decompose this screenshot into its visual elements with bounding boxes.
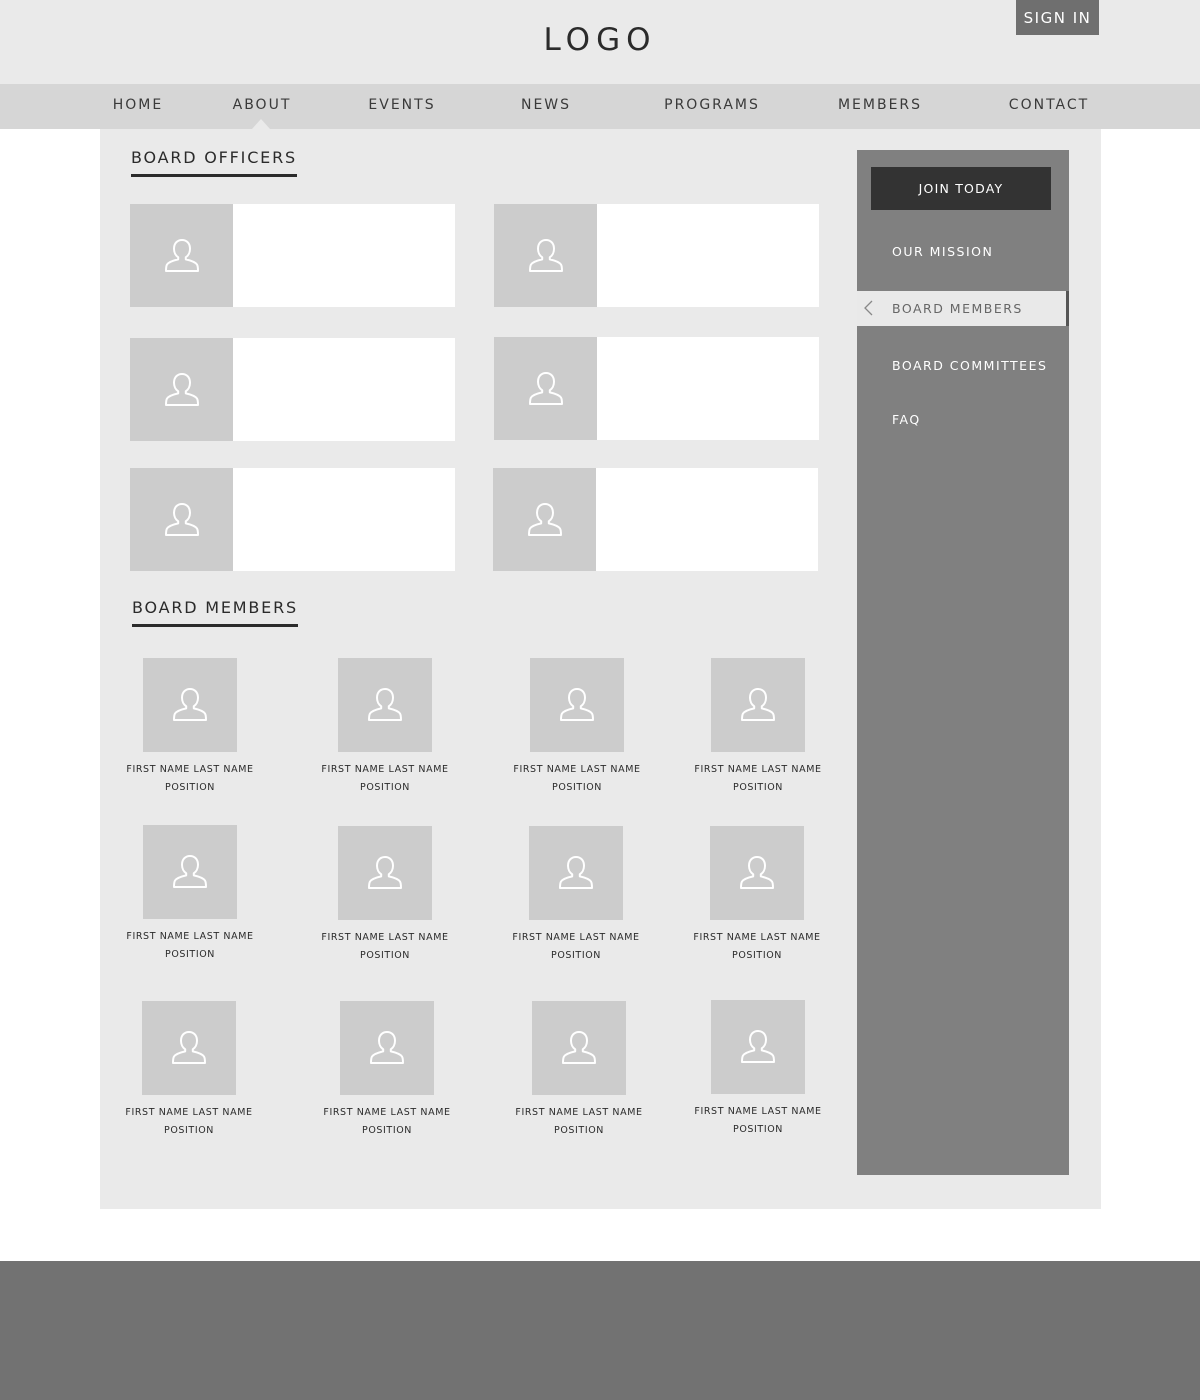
officer-card[interactable] <box>493 468 818 571</box>
sidebar: JOIN TODAY OUR MISSION BOARD MEMBERS BOA… <box>857 150 1069 1175</box>
member-name: FIRST NAME LAST NAME <box>321 764 449 775</box>
member-card[interactable]: FIRST NAME LAST NAME POSITION <box>678 658 838 797</box>
board-officers-heading: BOARD OFFICERS <box>131 148 297 177</box>
member-card[interactable]: FIRST NAME LAST NAME POSITION <box>677 826 837 965</box>
user-silhouette-icon <box>164 502 199 536</box>
member-position: POSITION <box>553 1125 605 1136</box>
member-photo <box>340 1001 434 1095</box>
officer-photo <box>130 204 233 307</box>
user-silhouette-icon <box>164 372 199 406</box>
member-position: POSITION <box>361 1125 413 1136</box>
member-name: FIRST NAME LAST NAME <box>515 1107 643 1118</box>
member-name: FIRST NAME LAST NAME <box>125 1107 253 1118</box>
member-photo <box>710 826 804 920</box>
member-position: POSITION <box>164 949 216 960</box>
member-card[interactable]: FIRST NAME LAST NAME POSITION <box>497 658 657 797</box>
member-photo <box>143 658 237 752</box>
member-photo <box>530 658 624 752</box>
nav-item-contact[interactable]: CONTACT <box>1009 84 1089 129</box>
sign-in-button[interactable]: SIGN IN <box>1016 0 1099 35</box>
user-silhouette-icon <box>164 238 199 272</box>
member-name: FIRST NAME LAST NAME <box>513 764 641 775</box>
member-name: FIRST NAME LAST NAME <box>512 932 640 943</box>
nav-item-events[interactable]: EVENTS <box>368 84 435 129</box>
member-card[interactable]: FIRST NAME LAST NAME POSITION <box>307 1001 467 1140</box>
member-card[interactable]: FIRST NAME LAST NAME POSITION <box>109 1001 269 1140</box>
member-photo <box>711 658 805 752</box>
member-name: FIRST NAME LAST NAME <box>126 764 254 775</box>
member-card[interactable]: FIRST NAME LAST NAME POSITION <box>305 826 465 965</box>
officer-card[interactable] <box>494 337 819 440</box>
officer-photo <box>130 468 233 571</box>
member-card[interactable]: FIRST NAME LAST NAME POSITION <box>678 1000 838 1139</box>
user-silhouette-icon <box>741 1030 775 1063</box>
sidebar-item-our-mission[interactable]: OUR MISSION <box>892 244 993 259</box>
member-photo <box>338 658 432 752</box>
member-name: FIRST NAME LAST NAME <box>693 932 821 943</box>
member-name: FIRST NAME LAST NAME <box>321 932 449 943</box>
nav-item-members[interactable]: MEMBERS <box>838 84 922 129</box>
member-name: FIRST NAME LAST NAME <box>323 1107 451 1118</box>
user-silhouette-icon <box>528 238 563 272</box>
user-silhouette-icon <box>173 688 207 721</box>
nav-item-programs[interactable]: PROGRAMS <box>664 84 760 129</box>
member-photo <box>532 1001 626 1095</box>
member-name: FIRST NAME LAST NAME <box>694 764 822 775</box>
member-card[interactable]: FIRST NAME LAST NAME POSITION <box>499 1001 659 1140</box>
member-photo <box>711 1000 805 1094</box>
officer-card[interactable] <box>494 204 819 307</box>
member-photo <box>142 1001 236 1095</box>
member-position: POSITION <box>551 782 603 793</box>
user-silhouette-icon <box>559 856 593 889</box>
user-silhouette-icon <box>562 1031 596 1064</box>
member-photo <box>143 825 237 919</box>
user-silhouette-icon <box>560 688 594 721</box>
sidebar-item-board-members[interactable]: BOARD MEMBERS <box>857 291 1069 326</box>
officer-card[interactable] <box>130 468 455 571</box>
member-card[interactable]: FIRST NAME LAST NAME POSITION <box>496 826 656 965</box>
user-silhouette-icon <box>527 502 562 536</box>
site-footer <box>0 1261 1200 1400</box>
user-silhouette-icon <box>740 856 774 889</box>
officer-photo <box>130 338 233 441</box>
member-position: POSITION <box>731 950 783 961</box>
member-position: POSITION <box>732 782 784 793</box>
member-card[interactable]: FIRST NAME LAST NAME POSITION <box>110 825 270 964</box>
member-photo <box>529 826 623 920</box>
officer-photo <box>494 204 597 307</box>
member-card[interactable]: FIRST NAME LAST NAME POSITION <box>110 658 270 797</box>
member-position: POSITION <box>359 782 411 793</box>
user-silhouette-icon <box>173 855 207 888</box>
member-position: POSITION <box>359 950 411 961</box>
officer-photo <box>494 337 597 440</box>
user-silhouette-icon <box>172 1031 206 1064</box>
member-position: POSITION <box>732 1124 784 1135</box>
member-position: POSITION <box>164 782 216 793</box>
chevron-left-icon <box>864 300 873 316</box>
user-silhouette-icon <box>370 1031 404 1064</box>
user-silhouette-icon <box>368 688 402 721</box>
user-silhouette-icon <box>528 371 563 405</box>
member-position: POSITION <box>550 950 602 961</box>
member-photo <box>338 826 432 920</box>
main-navigation: HOME ABOUT EVENTS NEWS PROGRAMS MEMBERS … <box>0 84 1200 129</box>
site-header: LOGO SIGN IN <box>0 0 1200 84</box>
user-silhouette-icon <box>368 856 402 889</box>
join-today-button[interactable]: JOIN TODAY <box>871 167 1051 210</box>
officer-card[interactable] <box>130 338 455 441</box>
active-nav-indicator <box>252 119 270 129</box>
board-members-heading: BOARD MEMBERS <box>132 598 298 627</box>
sidebar-item-board-committees[interactable]: BOARD COMMITTEES <box>892 358 1047 373</box>
member-position: POSITION <box>163 1125 215 1136</box>
nav-item-news[interactable]: NEWS <box>521 84 571 129</box>
nav-item-home[interactable]: HOME <box>113 84 163 129</box>
member-name: FIRST NAME LAST NAME <box>694 1106 822 1117</box>
member-card[interactable]: FIRST NAME LAST NAME POSITION <box>305 658 465 797</box>
user-silhouette-icon <box>741 688 775 721</box>
officer-photo <box>493 468 596 571</box>
sidebar-item-faq[interactable]: FAQ <box>892 412 921 427</box>
member-name: FIRST NAME LAST NAME <box>126 931 254 942</box>
sidebar-item-label: BOARD MEMBERS <box>892 301 1023 316</box>
officer-card[interactable] <box>130 204 455 307</box>
